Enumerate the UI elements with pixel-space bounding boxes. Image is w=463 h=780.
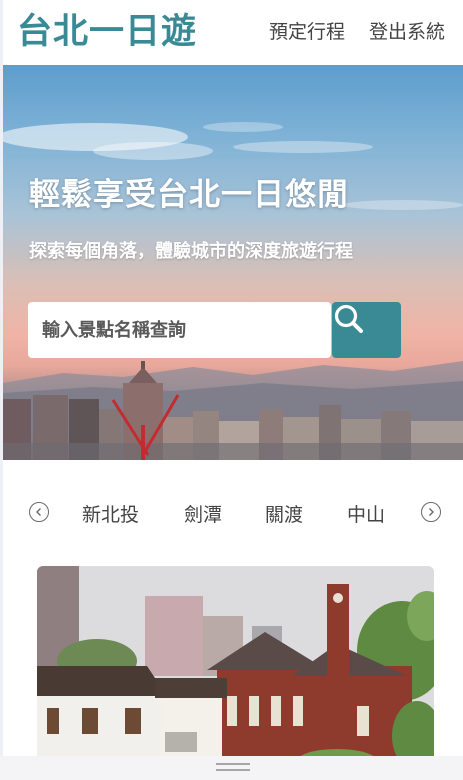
search-button[interactable] [332, 302, 401, 358]
search-input[interactable] [28, 302, 331, 358]
hero-title: 輕鬆享受台北一日悠閒 [29, 177, 349, 213]
carousel-prev-button[interactable] [29, 502, 49, 522]
chevron-right-icon [429, 508, 434, 516]
carousel-next-button[interactable] [421, 502, 441, 522]
district-item[interactable]: 關渡 [265, 500, 303, 527]
top-nav: 預定行程 登出系統 [269, 18, 445, 46]
district-carousel: 新北投 劍潭 關渡 中山 [3, 460, 463, 565]
bottom-sheet-bar [0, 756, 463, 780]
site-logo[interactable]: 台北一日遊 [17, 8, 197, 56]
hero-banner: 輕鬆享受台北一日悠閒 探索每個角落，體驗城市的深度旅遊行程 [3, 65, 463, 460]
nav-logout-link[interactable]: 登出系統 [369, 18, 445, 46]
hero-subtitle: 探索每個角落，體驗城市的深度旅遊行程 [29, 241, 353, 262]
attraction-card[interactable] [37, 566, 434, 766]
nav-booking-link[interactable]: 預定行程 [269, 18, 345, 46]
district-item[interactable]: 新北投 [82, 500, 139, 527]
site-header: 台北一日遊 預定行程 登出系統 [3, 0, 463, 65]
search-icon [334, 304, 363, 333]
district-item[interactable]: 中山 [347, 500, 385, 527]
district-item[interactable]: 劍潭 [184, 500, 222, 527]
chevron-left-icon [36, 508, 41, 516]
page: 台北一日遊 預定行程 登出系統 輕鬆享受台北一日悠閒 探索每個角落，體驗城市的深… [3, 0, 463, 780]
drag-handle[interactable] [216, 763, 250, 771]
attraction-image [37, 566, 434, 766]
